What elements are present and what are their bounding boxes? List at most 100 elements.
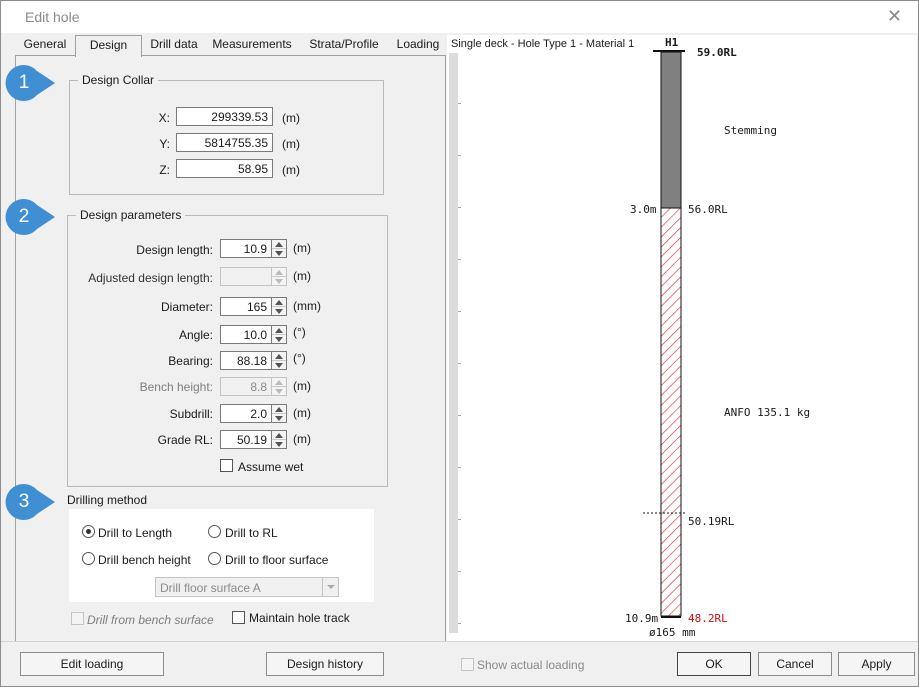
subdrill-spinner[interactable] xyxy=(272,404,287,423)
collar-z-input[interactable]: 58.95 xyxy=(176,159,273,178)
design-parameters-title: Design parameters xyxy=(76,208,186,222)
chevron-down-icon xyxy=(322,578,338,596)
drilling-method-box: Drill to Length Drill to RL Drill bench … xyxy=(69,509,374,602)
tab-loading[interactable]: Loading xyxy=(390,35,446,56)
charge-deck xyxy=(660,207,682,617)
floor-surface-select: Drill floor surface A xyxy=(155,577,339,597)
design-collar-title: Design Collar xyxy=(78,73,159,87)
angle-label: Angle: xyxy=(178,328,213,342)
design-panel: Design Collar X: 299339.53 (m) Y: 581475… xyxy=(15,55,446,642)
grade-rl-label: Grade RL: xyxy=(157,433,213,447)
collar-x-unit: (m) xyxy=(282,111,300,125)
drill-bench-height-radio[interactable] xyxy=(82,552,95,565)
maintain-hole-track-label: Maintain hole track xyxy=(249,611,350,625)
cancel-button[interactable]: Cancel xyxy=(758,652,832,676)
grade-rl-spinner[interactable] xyxy=(272,430,287,449)
deck-rl-label: 56.0RL xyxy=(688,203,728,216)
close-icon[interactable]: ✕ xyxy=(887,6,902,27)
bench-height-unit: (m) xyxy=(293,379,311,393)
callout-number-1: 1 xyxy=(18,72,30,93)
collar-z-unit: (m) xyxy=(282,163,300,177)
collar-x-input[interactable]: 299339.53 xyxy=(176,107,273,126)
collar-y-unit: (m) xyxy=(282,137,300,151)
drill-to-length-radio[interactable] xyxy=(82,525,95,538)
diameter-label: Diameter: xyxy=(160,300,213,314)
callout-badge-2: 2 xyxy=(4,197,56,237)
adjusted-length-label: Adjusted design length: xyxy=(88,271,213,285)
callout-badge-1: 1 xyxy=(4,63,56,103)
grade-rl-unit: (m) xyxy=(293,432,311,446)
ok-button[interactable]: OK xyxy=(677,652,751,676)
drill-to-rl-label: Drill to RL xyxy=(225,526,278,540)
tab-general[interactable]: General xyxy=(17,35,73,56)
angle-unit: (°) xyxy=(293,325,306,339)
grade-rl-diagram-label: 50.19RL xyxy=(688,515,735,528)
design-length-unit: (m) xyxy=(293,241,311,255)
callout-number-2: 2 xyxy=(18,206,30,227)
stemming-label: Stemming xyxy=(724,124,777,137)
bearing-unit: (°) xyxy=(293,351,306,365)
apply-button[interactable]: Apply xyxy=(838,652,915,676)
drill-to-rl-radio[interactable] xyxy=(208,525,221,538)
collar-y-input[interactable]: 5814755.35 xyxy=(176,133,273,152)
button-bar-divider xyxy=(1,641,918,642)
charge-label: ANFO 135.1 kg xyxy=(724,406,811,419)
floor-surface-value: Drill floor surface A xyxy=(160,581,261,595)
design-history-button[interactable]: Design history xyxy=(266,652,384,676)
subdrill-unit: (m) xyxy=(293,406,311,420)
drill-floor-surface-radio[interactable] xyxy=(208,552,221,565)
hole-column-svg xyxy=(643,50,687,618)
design-collar-group: Design Collar X: 299339.53 (m) Y: 581475… xyxy=(69,73,384,195)
edit-hole-dialog: Edit hole ✕ General Design Drill data Me… xyxy=(0,0,919,687)
assume-wet-checkbox[interactable] xyxy=(220,459,233,472)
tab-strata-profile[interactable]: Strata/Profile xyxy=(298,35,390,56)
title-bar: Edit hole ✕ xyxy=(1,1,918,33)
grade-rl-input[interactable]: 50.19 xyxy=(220,430,272,449)
drill-to-length-label: Drill to Length xyxy=(98,526,173,540)
top-rl-label: 59.0RL xyxy=(697,46,737,59)
toe-depth-label: 10.9m xyxy=(625,612,659,625)
design-length-label: Design length: xyxy=(136,243,213,257)
design-length-spinner[interactable] xyxy=(272,239,287,258)
adjusted-length-spinner xyxy=(272,267,287,286)
bearing-input[interactable]: 88.18 xyxy=(220,351,272,370)
design-parameters-group: Design parameters Design length: 10.9 (m… xyxy=(67,208,388,487)
subdrill-label: Subdrill: xyxy=(169,407,213,421)
collar-x-label: X: xyxy=(158,111,170,125)
drilling-method-title: Drilling method xyxy=(67,493,148,507)
diameter-unit: (mm) xyxy=(293,299,321,313)
edit-loading-button[interactable]: Edit loading xyxy=(20,652,164,676)
deck-depth-label: 3.0m xyxy=(630,203,657,216)
callout-number-3: 3 xyxy=(18,491,30,512)
hole-diagram: Single deck - Hole Type 1 - Material 1 H… xyxy=(447,35,917,641)
adjusted-length-unit: (m) xyxy=(293,269,311,283)
bench-height-label: Bench height: xyxy=(139,380,213,394)
angle-spinner[interactable] xyxy=(272,325,287,344)
toe-rl-label: 48.2RL xyxy=(688,612,728,625)
angle-input[interactable]: 10.0 xyxy=(220,325,272,344)
diameter-spinner[interactable] xyxy=(272,297,287,316)
diameter-input[interactable]: 165 xyxy=(220,297,272,316)
diameter-label-diagram: ø165 mm xyxy=(649,626,696,639)
maintain-hole-track-checkbox[interactable] xyxy=(232,611,245,624)
callout-badge-3: 3 xyxy=(4,482,56,522)
design-length-input[interactable]: 10.9 xyxy=(220,239,272,258)
window-title: Edit hole xyxy=(25,9,80,25)
subdrill-input[interactable]: 2.0 xyxy=(220,404,272,423)
bench-height-spinner xyxy=(272,377,287,396)
bench-height-input: 8.8 xyxy=(220,377,272,396)
tab-design[interactable]: Design xyxy=(75,35,142,57)
drill-from-bench-checkbox xyxy=(71,612,84,625)
collar-z-label: Z: xyxy=(159,163,170,177)
drill-from-bench-label: Drill from bench surface xyxy=(87,613,214,627)
collar-y-label: Y: xyxy=(159,137,170,151)
bearing-spinner[interactable] xyxy=(272,351,287,370)
tab-measurements[interactable]: Measurements xyxy=(206,35,298,56)
adjusted-length-input xyxy=(220,267,272,286)
bearing-label: Bearing: xyxy=(168,354,213,368)
drill-bench-height-label: Drill bench height xyxy=(98,553,191,567)
show-actual-loading-checkbox xyxy=(461,658,474,671)
tab-drill-data[interactable]: Drill data xyxy=(142,35,206,56)
stemming-deck xyxy=(660,51,682,209)
assume-wet-label: Assume wet xyxy=(238,460,304,474)
